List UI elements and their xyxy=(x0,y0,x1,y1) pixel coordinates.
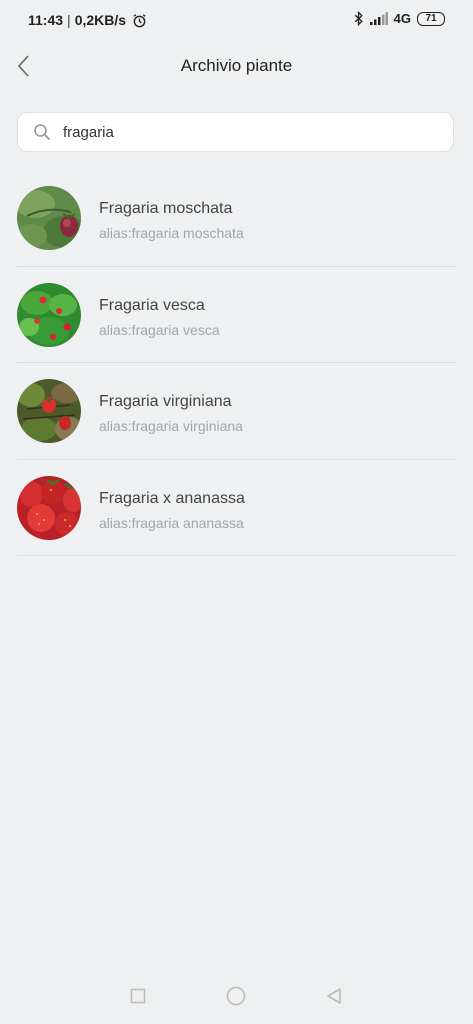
search-box[interactable] xyxy=(17,112,454,152)
home-button[interactable] xyxy=(224,984,248,1008)
result-list: Fragaria moschata alias:fragaria moschat… xyxy=(17,170,456,556)
search-input[interactable] xyxy=(63,117,423,147)
status-time: 11:43 xyxy=(28,12,64,28)
plant-thumbnail xyxy=(17,186,81,250)
plant-name: Fragaria vesca xyxy=(99,296,205,314)
triangle-back-icon xyxy=(326,987,342,1005)
signal-icon xyxy=(369,12,388,25)
plant-item-fragaria-moschata[interactable]: Fragaria moschata alias:fragaria moschat… xyxy=(17,170,456,267)
search-icon xyxy=(33,123,51,141)
plant-alias: alias:fragaria moschata xyxy=(99,225,244,241)
plant-thumbnail xyxy=(17,282,81,347)
network-type: 4G xyxy=(393,11,411,26)
status-right: 4G 71 xyxy=(354,11,445,26)
back-nav-button[interactable] xyxy=(322,984,346,1008)
status-net-speed: 0,2KB/s xyxy=(74,12,127,28)
battery-indicator: 71 xyxy=(417,11,445,26)
plant-thumbnail xyxy=(17,475,81,540)
plant-name: Fragaria virginiana xyxy=(99,393,232,410)
status-separator: | xyxy=(67,12,71,28)
plant-item-fragaria-virginiana[interactable]: Fragaria virginiana alias:fragaria virgi… xyxy=(17,363,456,460)
plant-alias: alias:fragaria virginiana xyxy=(99,418,243,434)
status-left: 11:43 | 0,2KB/s xyxy=(28,12,147,28)
header: Archivio piante xyxy=(0,44,473,88)
plant-thumbnail xyxy=(17,379,81,443)
plant-name: Fragaria x ananassa xyxy=(99,489,245,507)
status-bar: 11:43 | 0,2KB/s 4G 71 xyxy=(0,0,473,44)
recents-button[interactable] xyxy=(126,984,150,1008)
square-icon xyxy=(130,988,146,1004)
plant-alias: alias:fragaria vesca xyxy=(99,321,220,338)
alarm-icon xyxy=(132,13,147,28)
plant-alias: alias:fragaria ananassa xyxy=(99,514,244,531)
plant-item-fragaria-vesca[interactable]: Fragaria vesca alias:fragaria vesca xyxy=(17,267,456,363)
plant-item-fragaria-x-ananassa[interactable]: Fragaria x ananassa alias:fragaria anana… xyxy=(17,460,456,556)
nav-bar xyxy=(0,974,473,1018)
circle-icon xyxy=(226,986,246,1006)
plant-name: Fragaria moschata xyxy=(99,200,233,217)
bluetooth-icon xyxy=(354,11,364,26)
page-title: Archivio piante xyxy=(180,56,293,75)
